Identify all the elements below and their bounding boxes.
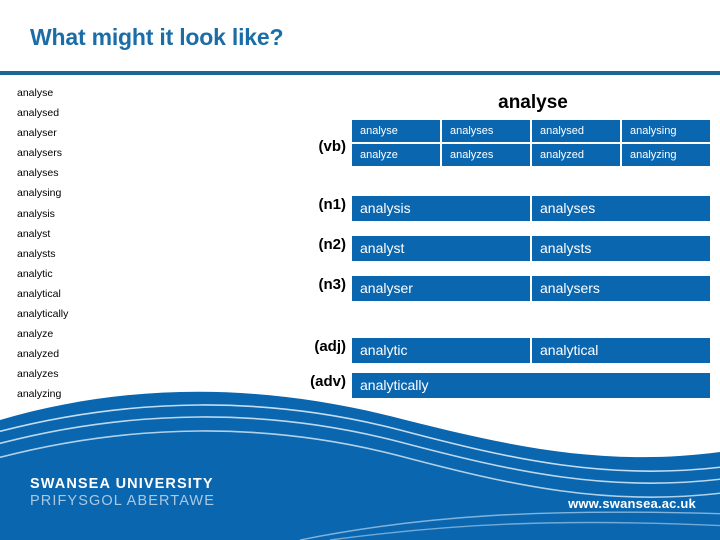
brand-name-english: SWANSEA UNIVERSITY bbox=[30, 476, 214, 492]
brand-name-welsh: PRIFYSGOL ABERTAWE bbox=[30, 492, 215, 509]
list-item: analyses bbox=[17, 167, 59, 180]
table-cell: analytic bbox=[352, 338, 530, 363]
table-cell: analysers bbox=[532, 276, 710, 301]
list-item: analyser bbox=[17, 127, 57, 140]
row-cells-n2: analyst analysts bbox=[352, 236, 710, 261]
list-item: analyst bbox=[17, 227, 51, 240]
row-cells-n3: analyser analysers bbox=[352, 276, 710, 301]
row-cells-n1: analysis analyses bbox=[352, 196, 710, 221]
row-label-n2: (n2) bbox=[318, 236, 347, 253]
list-item: analysed bbox=[17, 107, 60, 120]
list-item: analytical bbox=[17, 287, 61, 300]
table-cell: analysing bbox=[622, 120, 710, 142]
table-cell: analyse bbox=[352, 120, 440, 142]
table-cell: analysed bbox=[532, 120, 620, 142]
paradigm-row-n2: (n2) analyst analysts bbox=[290, 236, 710, 261]
list-item: analysis bbox=[17, 207, 55, 220]
table-cell: analyser bbox=[352, 276, 530, 301]
university-logo: SWANSEA UNIVERSITY PRIFYSGOL ABERTAWE bbox=[30, 476, 215, 510]
table-cell: analyzed bbox=[532, 144, 620, 166]
list-item: analyze bbox=[17, 328, 54, 341]
row-cells-adj: analytic analytical bbox=[352, 338, 710, 363]
wave-fill bbox=[0, 391, 720, 540]
website-url: www.swansea.ac.uk bbox=[568, 496, 696, 511]
page-title: What might it look like? bbox=[30, 24, 284, 50]
table-cell: analyzes bbox=[442, 144, 530, 166]
row-label-n3: (n3) bbox=[318, 276, 347, 293]
table-row: analyse analyses analysed analysing bbox=[352, 120, 710, 142]
title-divider bbox=[0, 71, 720, 75]
table-cell: analyses bbox=[442, 120, 530, 142]
table-cell: analysts bbox=[532, 236, 710, 261]
word-list: analyse analysed analyser analysers anal… bbox=[17, 83, 177, 405]
row-label-vb: (vb) bbox=[318, 138, 347, 155]
paradigm-heading: analyse bbox=[498, 92, 568, 113]
table-cell: analyzing bbox=[622, 144, 710, 166]
row-label-adv: (adv) bbox=[310, 373, 346, 390]
list-item: analyzed bbox=[17, 348, 60, 361]
paradigm-row-n3: (n3) analyser analysers bbox=[290, 276, 710, 301]
list-item: analyzes bbox=[17, 368, 59, 381]
paradigm-row-vb: (vb) analyse analyses analysed analysing… bbox=[290, 120, 710, 166]
row-label-n1: (n1) bbox=[318, 196, 347, 213]
table-cell: analyze bbox=[352, 144, 440, 166]
table-cell: analytical bbox=[532, 338, 710, 363]
list-item: analysers bbox=[17, 147, 62, 160]
footer-wave-graphic bbox=[0, 391, 720, 540]
list-item: analysts bbox=[17, 247, 56, 260]
paradigm-row-n1: (n1) analysis analyses bbox=[290, 196, 710, 221]
paradigm-row-adj: (adj) analytic analytical bbox=[290, 338, 710, 363]
row-label-adj: (adj) bbox=[314, 338, 346, 355]
table-row: analyze analyzes analyzed analyzing bbox=[352, 144, 710, 166]
table-cell: analyst bbox=[352, 236, 530, 261]
table-cell: analysis bbox=[352, 196, 530, 221]
row-cells-vb: analyse analyses analysed analysing anal… bbox=[352, 120, 710, 166]
table-cell: analyses bbox=[532, 196, 710, 221]
list-item: analysing bbox=[17, 187, 62, 200]
list-item: analytically bbox=[17, 308, 69, 321]
list-item: analyse bbox=[17, 87, 54, 99]
list-item: analytic bbox=[17, 267, 53, 280]
